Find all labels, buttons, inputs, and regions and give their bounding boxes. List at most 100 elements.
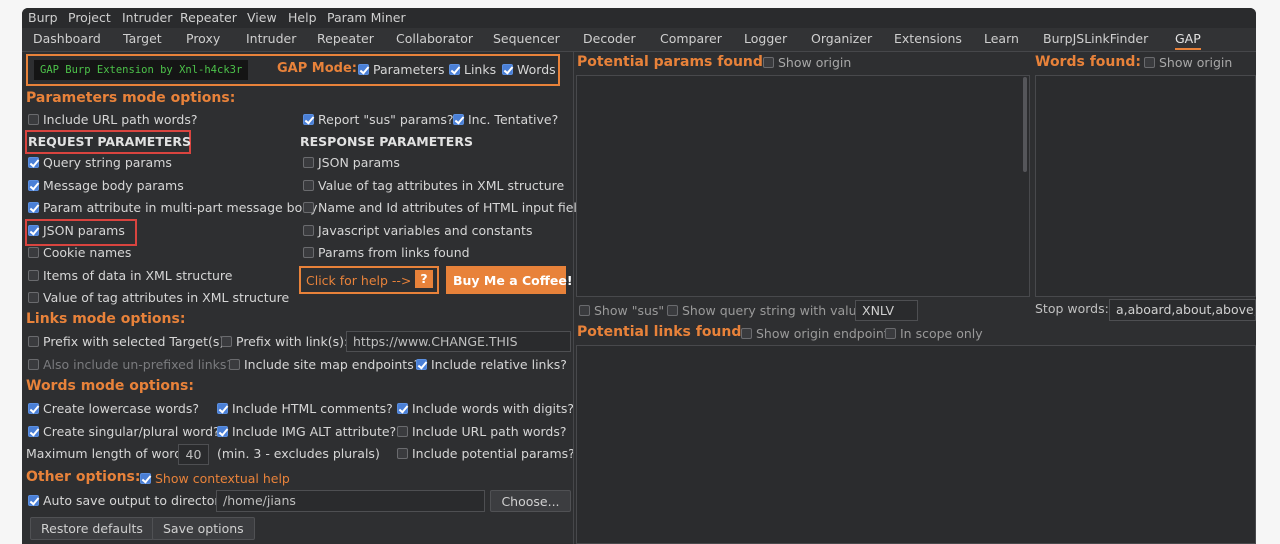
query-value-input[interactable]: XNLV xyxy=(855,300,918,321)
menu-burp[interactable]: Burp xyxy=(28,10,58,25)
menu-param-miner[interactable]: Param Miner xyxy=(327,10,406,25)
resp-js-checkbox[interactable]: Javascript variables and constants xyxy=(303,223,532,238)
resp-json-checkbox[interactable]: JSON params xyxy=(303,155,400,170)
unprefixed-checkbox[interactable]: Also include un-prefixed links? xyxy=(28,357,233,372)
params-found-list[interactable] xyxy=(576,75,1030,297)
xml-items-checkbox[interactable]: Items of data in XML structure xyxy=(28,268,232,283)
tab-dashboard[interactable]: Dashboard xyxy=(33,31,101,46)
include-url-path-checkbox[interactable]: Include URL path words? xyxy=(28,112,198,127)
checkbox-icon xyxy=(229,359,240,370)
prefix-link-input[interactable]: https://www.CHANGE.THIS xyxy=(346,331,571,352)
show-query-checkbox[interactable]: Show query string with value xyxy=(667,303,864,318)
site-map-checkbox[interactable]: Include site map endpoints? xyxy=(229,357,420,372)
tab-intruder[interactable]: Intruder xyxy=(246,31,296,46)
report-sus-checkbox[interactable]: Report "sus" params? xyxy=(303,112,454,127)
help-text: Click for help --> xyxy=(306,273,412,288)
tab-repeater[interactable]: Repeater xyxy=(317,31,374,46)
directory-input[interactable]: /home/jians xyxy=(216,490,485,512)
checkbox-icon xyxy=(303,114,314,125)
checkbox-icon xyxy=(579,305,590,316)
digits-checkbox[interactable]: Include words with digits? xyxy=(397,401,574,416)
prefix-link-checkbox[interactable]: Prefix with link(s): xyxy=(221,334,348,349)
choose-button[interactable]: Choose... xyxy=(490,490,571,512)
checkbox-icon xyxy=(763,57,774,68)
checkbox-icon xyxy=(140,473,151,484)
resp-xml-checkbox[interactable]: Value of tag attributes in XML structure xyxy=(303,178,564,193)
checkbox-icon xyxy=(28,359,39,370)
params-scrollbar[interactable] xyxy=(1023,77,1027,172)
img-alt-checkbox[interactable]: Include IMG ALT attribute? xyxy=(217,424,396,439)
checkbox-icon xyxy=(397,448,408,459)
tab-learn[interactable]: Learn xyxy=(984,31,1019,46)
xml-tag-values-checkbox[interactable]: Value of tag attributes in XML structure xyxy=(28,290,289,305)
checkbox-icon xyxy=(303,180,314,191)
mode-words-checkbox[interactable]: Words xyxy=(502,62,556,77)
menu-view[interactable]: View xyxy=(247,10,277,25)
checkbox-icon xyxy=(453,114,464,125)
relative-links-checkbox[interactable]: Include relative links? xyxy=(416,357,567,372)
menu-help[interactable]: Help xyxy=(288,10,317,25)
links-found-list[interactable] xyxy=(576,345,1256,544)
params-mode-title: Parameters mode options: xyxy=(26,90,236,106)
request-params-header: REQUEST PARAMETERS xyxy=(28,134,192,149)
mode-links-checkbox[interactable]: Links xyxy=(449,62,496,77)
max-length-input[interactable]: 40 xyxy=(178,444,209,465)
menu-project[interactable]: Project xyxy=(68,10,111,25)
tab-bar: Dashboard Target Proxy Intruder Repeater… xyxy=(22,28,1256,52)
restore-defaults-button[interactable]: Restore defaults xyxy=(30,517,154,540)
checkbox-icon xyxy=(416,359,427,370)
param-attribute-checkbox[interactable]: Param attribute in multi-part message bo… xyxy=(28,200,318,215)
autosave-checkbox[interactable]: Auto save output to directory xyxy=(28,493,227,508)
gap-mode-label: GAP Mode: xyxy=(277,61,357,76)
resp-links-checkbox[interactable]: Params from links found xyxy=(303,245,470,260)
checkbox-icon xyxy=(303,225,314,236)
save-options-button[interactable]: Save options xyxy=(152,517,255,540)
checkbox-icon xyxy=(397,403,408,414)
tab-proxy[interactable]: Proxy xyxy=(186,31,220,46)
menu-intruder[interactable]: Intruder xyxy=(122,10,172,25)
checkbox-icon xyxy=(303,202,314,213)
tab-burpjslinkfinder[interactable]: BurpJSLinkFinder xyxy=(1043,31,1148,46)
contextual-help-checkbox[interactable]: Show contextual help xyxy=(140,471,290,486)
tab-extensions[interactable]: Extensions xyxy=(894,31,962,46)
html-comments-checkbox[interactable]: Include HTML comments? xyxy=(217,401,393,416)
max-length-label: Maximum length of words xyxy=(26,446,189,461)
menu-repeater[interactable]: Repeater xyxy=(180,10,237,25)
show-origin-checkbox[interactable]: Show origin xyxy=(763,55,851,70)
tab-collaborator[interactable]: Collaborator xyxy=(396,31,473,46)
checkbox-icon xyxy=(28,157,39,168)
checkbox-icon xyxy=(28,114,39,125)
potential-params-checkbox[interactable]: Include potential params? xyxy=(397,446,575,461)
tab-decoder[interactable]: Decoder xyxy=(583,31,636,46)
response-params-header: RESPONSE PARAMETERS xyxy=(300,134,473,149)
tab-logger[interactable]: Logger xyxy=(744,31,787,46)
tab-gap[interactable]: GAP xyxy=(1175,31,1201,50)
words-show-origin-checkbox[interactable]: Show origin xyxy=(1144,55,1232,70)
tab-organizer[interactable]: Organizer xyxy=(811,31,872,46)
lowercase-checkbox[interactable]: Create lowercase words? xyxy=(28,401,199,416)
help-question-icon[interactable]: ? xyxy=(415,270,433,288)
tab-target[interactable]: Target xyxy=(123,31,162,46)
cookie-names-checkbox[interactable]: Cookie names xyxy=(28,245,131,260)
checkbox-icon xyxy=(28,495,39,506)
json-params-checkbox[interactable]: JSON params xyxy=(28,223,125,238)
params-found-title: Potential params found: xyxy=(577,54,769,70)
singular-plural-checkbox[interactable]: Create singular/plural word? xyxy=(28,424,220,439)
tab-comparer[interactable]: Comparer xyxy=(660,31,722,46)
checkbox-icon xyxy=(28,292,39,303)
stop-words-input[interactable]: a,aboard,about,above,ac xyxy=(1109,299,1256,321)
inc-tentative-checkbox[interactable]: Inc. Tentative? xyxy=(453,112,558,127)
tab-sequencer[interactable]: Sequencer xyxy=(493,31,560,46)
resp-html-checkbox[interactable]: Name and Id attributes of HTML input fie… xyxy=(303,200,591,215)
show-sus-checkbox[interactable]: Show "sus" xyxy=(579,303,664,318)
checkbox-icon xyxy=(28,225,39,236)
words-found-list[interactable] xyxy=(1035,75,1256,297)
url-path-words-checkbox[interactable]: Include URL path words? xyxy=(397,424,567,439)
mode-parameters-checkbox[interactable]: Parameters xyxy=(358,62,445,77)
in-scope-only-checkbox[interactable]: In scope only xyxy=(885,326,983,341)
message-body-checkbox[interactable]: Message body params xyxy=(28,178,184,193)
query-string-checkbox[interactable]: Query string params xyxy=(28,155,172,170)
show-origin-endpoint-checkbox[interactable]: Show origin endpoint xyxy=(741,326,889,341)
checkbox-icon xyxy=(397,426,408,437)
prefix-target-checkbox[interactable]: Prefix with selected Target(s) xyxy=(28,334,224,349)
